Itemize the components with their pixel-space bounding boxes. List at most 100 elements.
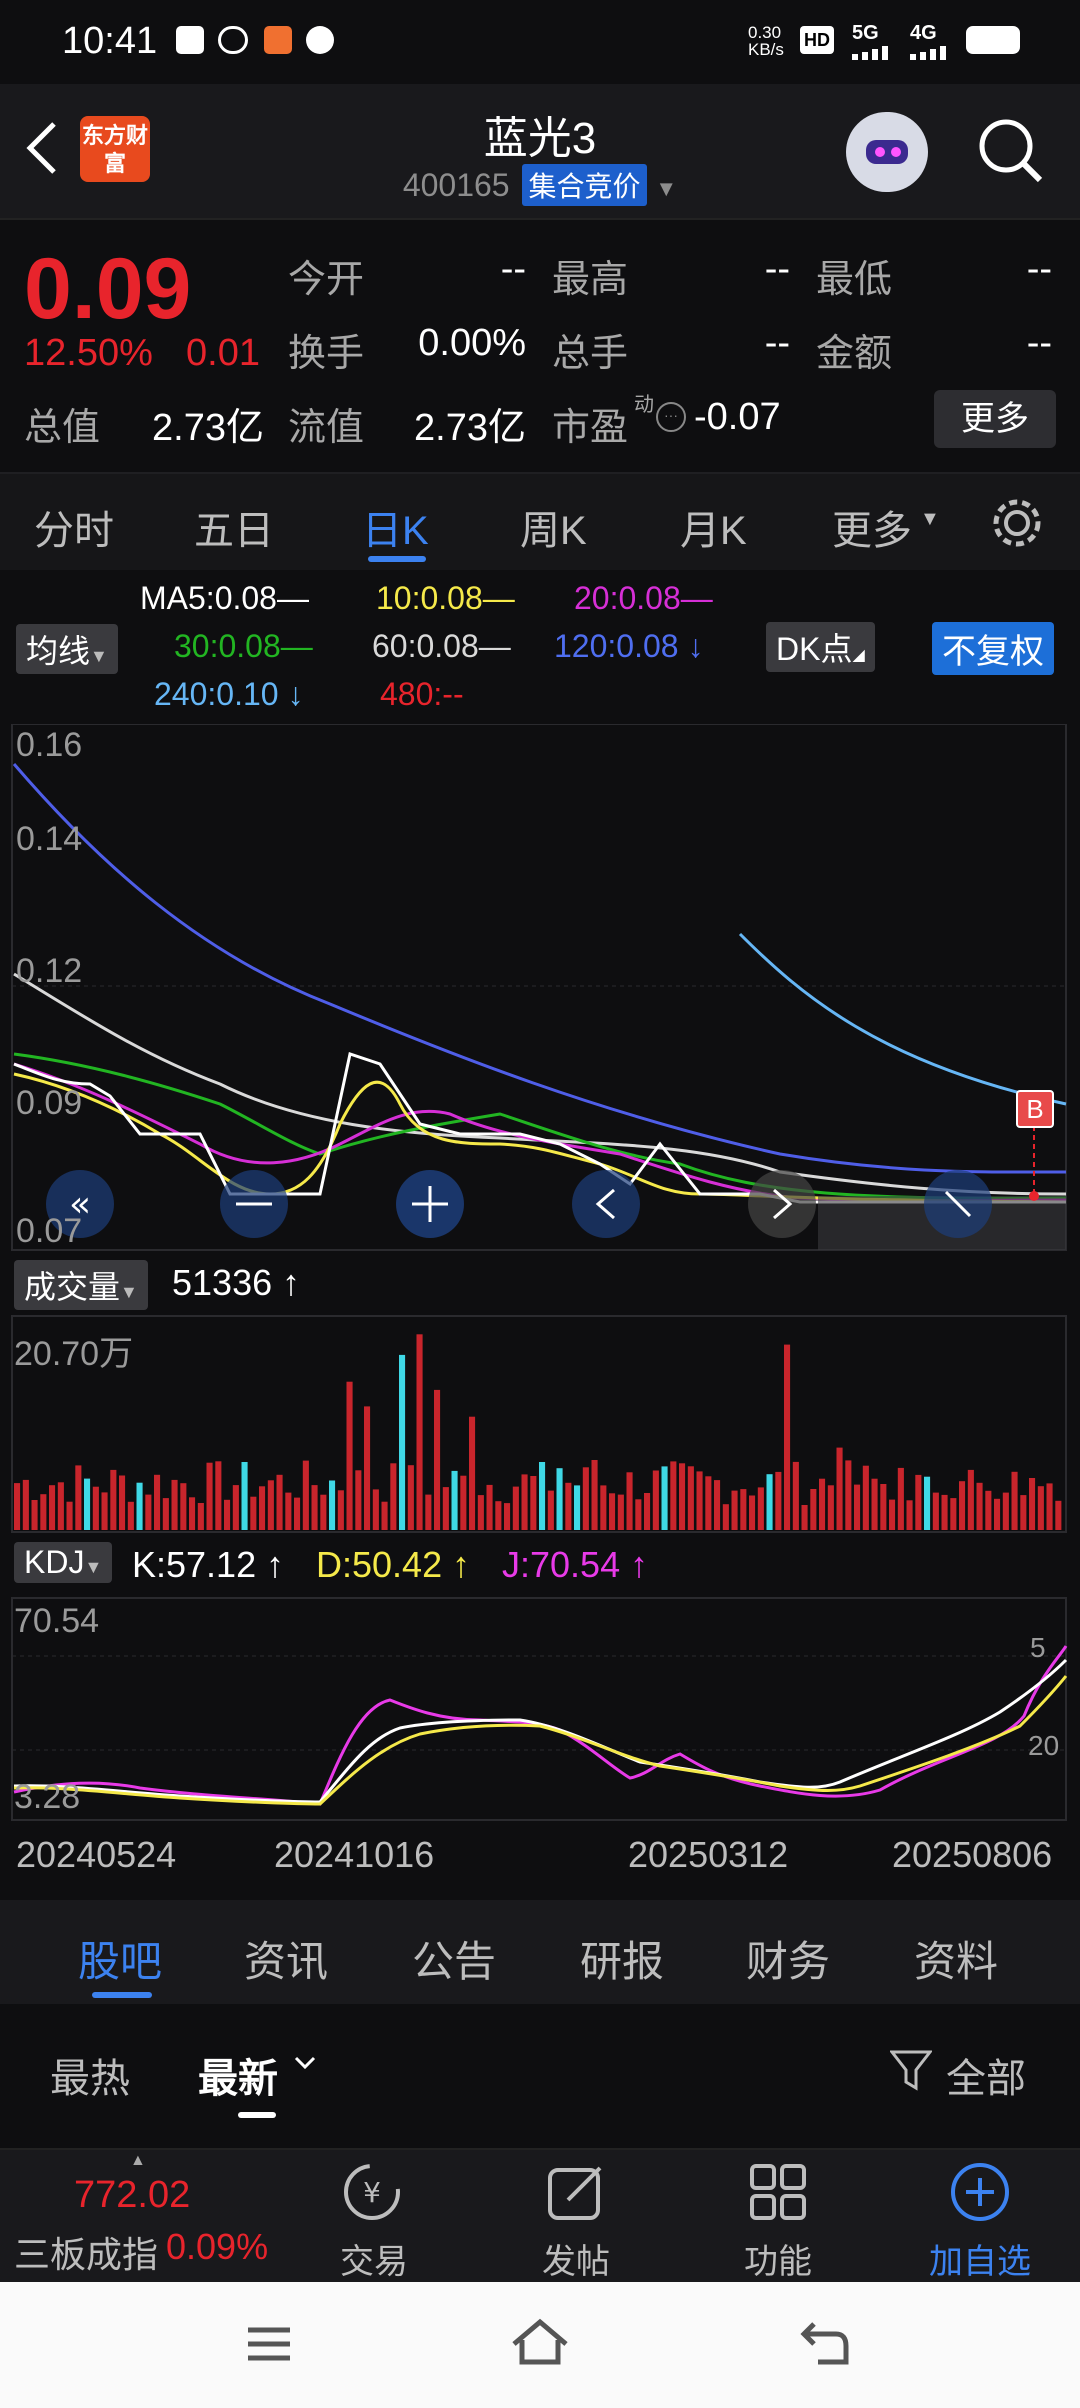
volume-bar <box>442 1487 449 1530</box>
volume-bar <box>714 1480 721 1530</box>
volume-bar <box>66 1501 73 1530</box>
chevron-down-icon[interactable] <box>294 2052 316 2079</box>
volume-bar <box>337 1490 344 1530</box>
gear-icon[interactable] <box>990 496 1044 555</box>
tab-daily-k[interactable]: 日K <box>362 498 429 556</box>
field-label: 今开 <box>288 259 365 301</box>
filter-icon[interactable] <box>888 2048 934 2099</box>
tab-five-day[interactable]: 五日 <box>194 498 274 556</box>
volume-bar <box>136 1482 143 1530</box>
tab-weekly-k[interactable]: 周K <box>520 498 587 556</box>
adjust-button[interactable]: 不复权 <box>932 622 1054 675</box>
volume-bar <box>932 1492 939 1530</box>
ma5-label: MA5:0.08— <box>140 580 309 616</box>
last-price: 0.09 <box>24 241 192 337</box>
nav-trade[interactable]: 交易 <box>304 2234 444 2283</box>
volume-bar <box>49 1485 56 1530</box>
field-value: -- <box>764 322 790 364</box>
scroll-right-button[interactable] <box>748 1170 816 1238</box>
wechat-icon <box>218 26 248 54</box>
volume-selector-button[interactable]: 成交量▼ <box>14 1260 148 1310</box>
volume-bar <box>329 1480 336 1530</box>
compose-icon[interactable] <box>546 2162 606 2227</box>
buy-marker[interactable]: B <box>1016 1090 1054 1128</box>
tab-research[interactable]: 研报 <box>580 1928 664 1989</box>
y-tick: 0.07 <box>16 1212 83 1250</box>
filter-hot[interactable]: 最热 <box>50 2046 130 2104</box>
volume-bar <box>399 1354 406 1530</box>
y-tick: 0.09 <box>16 1084 83 1122</box>
volume-bar <box>101 1492 108 1530</box>
price-chart[interactable]: « B 0.16 0.14 0.12 0.09 0.07 <box>0 723 1080 1252</box>
tab-announcements[interactable]: 公告 <box>412 1928 496 1989</box>
volume-bar <box>416 1334 423 1530</box>
caret-down-icon: ▼ <box>120 1282 138 1302</box>
trade-icon[interactable]: ¥ <box>340 2160 404 2229</box>
volume-bar <box>372 1489 379 1530</box>
volume-bar <box>871 1478 878 1530</box>
scroll-left-button[interactable] <box>572 1170 640 1238</box>
volume-bar <box>617 1494 624 1530</box>
volume-bar <box>906 1500 913 1530</box>
svg-text:¥: ¥ <box>363 2176 381 2209</box>
caret-down-icon[interactable]: ▼ <box>920 508 940 531</box>
volume-chart[interactable]: 20.70万 <box>0 1314 1080 1534</box>
fullscreen-button[interactable] <box>924 1170 992 1238</box>
menu-icon[interactable] <box>246 2324 292 2369</box>
zoom-in-button[interactable] <box>396 1170 464 1238</box>
volume-bar <box>652 1470 659 1530</box>
volume-bar <box>477 1495 484 1530</box>
ma30-label: 30:0.08— <box>174 628 313 664</box>
caret-down-icon[interactable]: ▼ <box>655 176 677 201</box>
nav-post[interactable]: 发帖 <box>506 2234 646 2283</box>
nav-add-watchlist[interactable]: 加自选 <box>910 2234 1050 2283</box>
volume-bar <box>897 1467 904 1530</box>
auction-badge[interactable]: 集合竞价 <box>522 164 647 206</box>
tab-finance[interactable]: 财务 <box>746 1928 830 1989</box>
kdj-bottom-label: 3.28 <box>14 1778 81 1816</box>
nav-functions[interactable]: 功能 <box>708 2234 848 2283</box>
tab-news[interactable]: 资讯 <box>244 1928 328 1989</box>
robot-avatar-icon[interactable] <box>846 112 928 192</box>
volume-bar <box>1046 1483 1053 1530</box>
grid-icon[interactable] <box>748 2162 808 2227</box>
volume-bar <box>862 1465 869 1530</box>
kdj-d-value: D:50.42 ↑ <box>316 1544 471 1585</box>
add-circle-icon[interactable] <box>948 2160 1012 2229</box>
tab-intraday[interactable]: 分时 <box>34 498 114 556</box>
volume-bar <box>1002 1492 1009 1530</box>
volume-bar <box>670 1461 677 1530</box>
dk-point-button[interactable]: DK点◢ <box>766 622 875 672</box>
home-icon[interactable] <box>510 2318 570 2373</box>
system-navigation-bar <box>0 2282 1080 2408</box>
index-ticker[interactable]: ▲ 772.02 三板成指 0.09% <box>0 2150 300 2282</box>
stock-header: 东方财富 蓝光3 400165 集合竞价 ▼ <box>0 84 1080 220</box>
volume-value: 51336 ↑ <box>172 1262 301 1303</box>
volume-bar <box>311 1485 318 1530</box>
quote-panel: 0.09 12.50% 0.01 今开 -- 最高 -- 最低 -- 换手 0.… <box>0 220 1080 466</box>
volume-bar <box>801 1505 808 1530</box>
price-chart-svg[interactable]: « <box>0 723 1080 1252</box>
tab-monthly-k[interactable]: 月K <box>680 498 747 556</box>
tab-profile[interactable]: 资料 <box>914 1928 998 1989</box>
tab-more[interactable]: 更多 <box>832 498 912 556</box>
volume-bar <box>1011 1471 1018 1530</box>
volume-bar <box>154 1474 161 1530</box>
ma-selector-button[interactable]: 均线▼ <box>16 624 118 674</box>
volume-bar <box>600 1485 607 1530</box>
more-button[interactable]: 更多 <box>934 390 1056 448</box>
back-icon[interactable] <box>800 2320 850 2371</box>
tab-forum[interactable]: 股吧 <box>78 1928 162 1989</box>
search-icon[interactable] <box>976 116 1046 191</box>
filter-latest[interactable]: 最新 <box>198 2046 278 2104</box>
zoom-out-button[interactable] <box>220 1170 288 1238</box>
volume-bar <box>224 1499 231 1530</box>
volume-bar <box>364 1406 371 1530</box>
date-tick: 20240524 <box>16 1834 177 1875</box>
kdj-selector-button[interactable]: KDJ▼ <box>14 1542 113 1583</box>
kdj-chart[interactable]: 70.54 3.28 5 20 <box>0 1596 1080 1822</box>
info-icon[interactable]: ··· <box>656 402 686 432</box>
kdj-k-line <box>13 1658 1068 1804</box>
filter-all[interactable]: 全部 <box>946 2046 1026 2104</box>
volume-bar <box>512 1486 519 1530</box>
